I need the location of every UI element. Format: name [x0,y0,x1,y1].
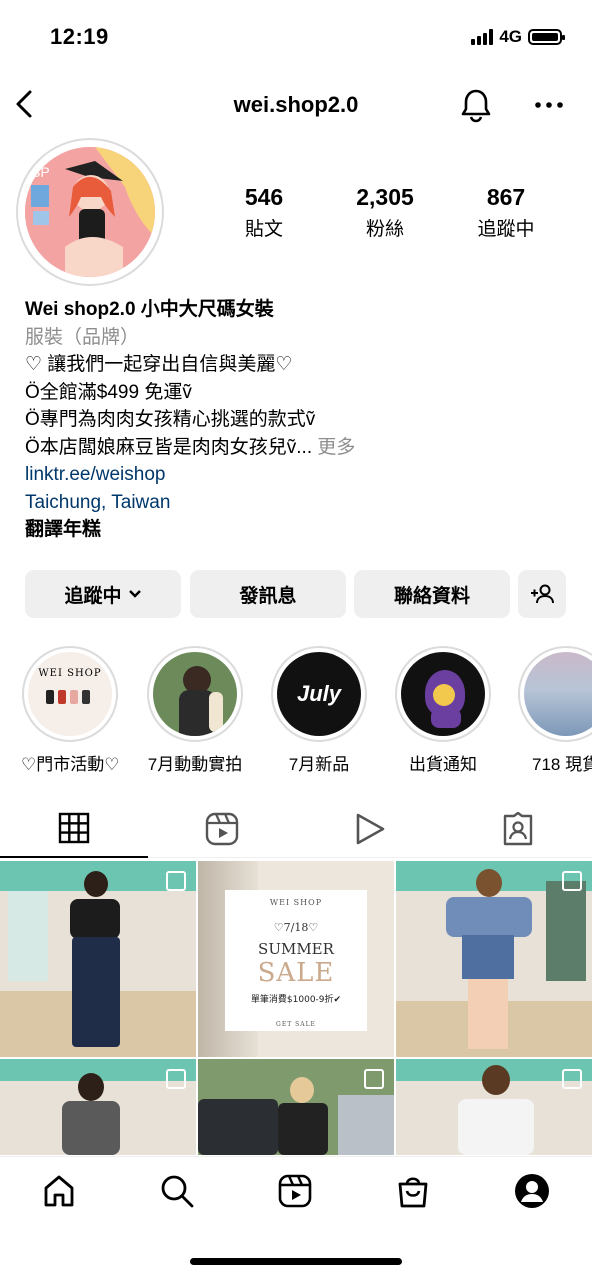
highlight-label: ♡門市活動♡ [21,755,120,774]
profile-bio: Wei shop2.0 小中大尺碼女裝 服裝（品牌） ♡ 讓我們一起穿出自信與美… [25,296,575,544]
tab-reels[interactable] [148,800,296,858]
nav-home[interactable] [37,1169,81,1213]
bio-more-link[interactable]: 更多 [317,437,355,458]
highlight-label: 7月新品 [288,755,350,774]
profile-username: wei.shop2.0 [233,92,359,117]
profile-header: wei.shop2.0 [0,80,592,132]
highlight-store-events[interactable]: WEI SHOP ♡門市活動♡ [21,646,119,775]
post-thumbnail[interactable] [396,1059,592,1155]
profile-tabs [0,800,592,858]
multiple-photos-icon [364,1069,384,1089]
profile-avatar[interactable]: SP [16,138,164,286]
profile-icon [515,1174,549,1208]
highlight-cover [401,652,485,736]
nav-search[interactable] [155,1169,199,1213]
avatar-image: SP [25,147,155,277]
highlight-shipping-notice[interactable]: 出貨通知 [394,646,492,775]
suggested-accounts-button[interactable] [518,570,566,618]
highlight-718-stock[interactable]: 718 現貨 [518,646,592,775]
tab-tagged[interactable] [444,800,592,858]
highlight-july-new[interactable]: July 7月新品 [270,646,368,775]
bell-icon [461,89,491,123]
post-thumbnail[interactable] [198,1059,394,1155]
shop-icon [398,1177,428,1208]
message-button[interactable]: 發訊息 [190,570,346,618]
grid-icon [58,812,90,844]
notifications-button[interactable] [458,86,494,124]
more-options-button[interactable] [532,90,566,120]
bio-line: Ö本店闆娘麻豆皆是肉肉女孩兒ṽ... [25,436,313,458]
play-icon [356,813,385,845]
highlight-label: 718 現貨 [532,755,592,774]
bio-line: Ö全館滿$499 免運ṽ [25,381,192,403]
chevron-down-icon [128,590,141,598]
status-bar: 12:19 4G [0,0,592,76]
home-indicator [190,1258,402,1265]
status-time: 12:19 [50,24,109,49]
reels-icon [205,812,239,846]
signal-icon [471,29,494,45]
tab-posts-grid[interactable] [0,800,148,858]
post-thumbnail[interactable] [0,1059,196,1155]
followers-count[interactable]: 2,305 粉絲 [325,184,445,241]
multiple-photos-icon [166,871,186,891]
following-button[interactable]: 追蹤中 [25,570,181,618]
svg-text:SP: SP [31,164,50,180]
highlight-label: 出貨通知 [409,755,477,774]
following-count[interactable]: 867 追蹤中 [446,184,566,241]
battery-icon [528,29,565,45]
nav-shop[interactable] [391,1169,435,1213]
posts-count[interactable]: 546 貼文 [204,184,324,241]
search-icon [161,1175,194,1208]
contact-button[interactable]: 聯絡資料 [354,570,510,618]
add-person-icon [531,584,554,604]
multiple-photos-icon [166,1069,186,1089]
post-thumbnail[interactable] [0,861,196,1057]
profile-category: 服裝（品牌） [25,326,140,348]
more-horizontal-icon [535,102,563,108]
reels-icon [278,1174,312,1208]
network-type: 4G [499,27,522,46]
bio-website-link[interactable]: linktr.ee/weishop [25,461,575,489]
post-summer-sale[interactable]: WEI SHOP ♡7/18♡ SUMMER SALE 單筆消費$1000-9折… [198,861,394,1057]
tagged-icon [503,812,533,846]
bio-location-link[interactable]: Taichung, Taiwan [25,489,575,517]
highlight-label: 7月動動實拍 [147,755,243,774]
profile-name: Wei shop2.0 小中大尺碼女裝 [25,299,274,320]
home-icon [44,1175,74,1207]
post-thumbnail[interactable] [396,861,592,1057]
nav-reels[interactable] [273,1169,317,1213]
highlight-cover: WEI SHOP [28,652,112,736]
bio-line: ♡ 讓我們一起穿出自信與美麗♡ [25,354,293,375]
tab-videos[interactable] [296,800,444,858]
nav-profile[interactable] [510,1169,554,1213]
multiple-photos-icon [562,1069,582,1089]
multiple-photos-icon [562,871,582,891]
highlight-cover [153,652,237,736]
bio-line: Ö專門為肉肉女孩精心挑選的款式ṽ [25,409,316,430]
highlight-cover: July [277,652,361,736]
translate-link[interactable]: 翻譯年糕 [25,516,575,544]
highlight-july-photos[interactable]: 7月動動實拍 [146,646,244,775]
highlight-cover [524,652,592,736]
